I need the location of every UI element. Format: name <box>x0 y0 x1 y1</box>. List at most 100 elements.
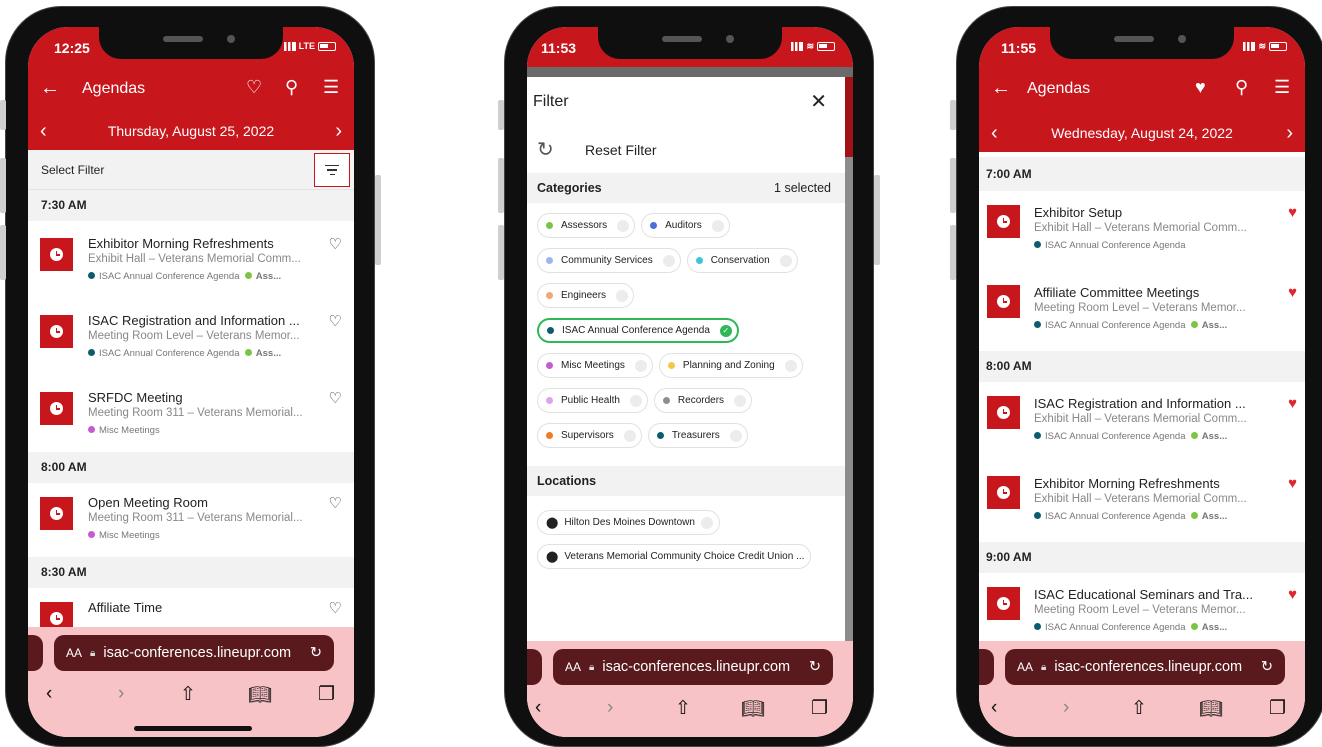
favorite-heart-icon[interactable]: ♡ <box>329 312 342 330</box>
favorite-heart-icon[interactable]: ♡ <box>329 599 342 617</box>
text-size-button[interactable]: AA <box>66 646 82 660</box>
item-title: Affiliate Committee Meetings <box>1034 285 1200 300</box>
item-location: Exhibit Hall – Veterans Memorial Comm... <box>88 253 301 265</box>
search-icon[interactable]: ⚲ <box>285 77 298 98</box>
share-icon[interactable]: ⇧ <box>1131 697 1147 720</box>
heart-outline-icon[interactable]: ♡ <box>246 77 262 98</box>
tabs-icon[interactable]: ❐ <box>318 683 335 706</box>
agenda-item[interactable]: SRFDC Meeting Meeting Room 311 – Veteran… <box>28 378 354 452</box>
reload-icon[interactable]: ↻ <box>1261 659 1273 675</box>
back-chevron-icon[interactable]: ‹ <box>46 683 52 705</box>
phone-screen: 11:55 ≋ ← Agendas ♥ ⚲ ☰ ‹ Wednesday, Aug… <box>979 27 1305 737</box>
locations-header: Locations <box>527 466 845 496</box>
agenda-item[interactable]: Affiliate Committee Meetings Meeting Roo… <box>979 271 1305 351</box>
time-header: 8:30 AM <box>28 557 354 588</box>
clock-icon <box>987 476 1020 509</box>
address-bar[interactable]: AA 🔒︎ isac-conferences.lineupr.com ↻ <box>54 635 334 671</box>
clock-icon <box>40 497 73 530</box>
bookmarks-icon[interactable]: 📖︎ <box>248 683 272 707</box>
notch <box>99 27 283 59</box>
menu-icon[interactable]: ☰ <box>323 77 339 98</box>
agenda-item[interactable]: Exhibitor Morning Refreshments Exhibit H… <box>979 462 1305 542</box>
favorite-heart-icon[interactable]: ♥ <box>1288 284 1297 301</box>
tabs-icon[interactable]: ❐ <box>811 697 828 720</box>
item-location: Meeting Room Level – Veterans Memor... <box>88 330 300 342</box>
location-chip-veterans-memorial[interactable]: ⬤ Veterans Memorial Community Choice Cred… <box>537 544 812 569</box>
item-title: Exhibitor Morning Refreshments <box>88 236 274 251</box>
category-chip-public-health[interactable]: Public Health <box>537 388 648 413</box>
address-bar[interactable]: AA 🔒︎ isac-conferences.lineupr.com ↻ <box>553 649 833 685</box>
categories-header: Categories 1 selected <box>527 173 845 203</box>
reload-icon[interactable]: ↻ <box>809 659 821 675</box>
favorite-heart-icon[interactable]: ♥ <box>1288 204 1297 221</box>
back-arrow-icon[interactable]: ← <box>991 77 1011 100</box>
agenda-item[interactable]: Exhibitor Setup Exhibit Hall – Veterans … <box>979 191 1305 271</box>
favorite-heart-icon[interactable]: ♡ <box>329 389 342 407</box>
clock-icon <box>987 587 1020 620</box>
status-time: 11:55 <box>1001 40 1037 56</box>
category-chip-isac-annual-conference-agenda[interactable]: ISAC Annual Conference Agenda ✓ <box>537 318 739 343</box>
favorite-heart-icon[interactable]: ♥ <box>1288 395 1297 412</box>
reload-icon[interactable]: ↻ <box>310 645 322 661</box>
agenda-item[interactable]: Exhibitor Morning Refreshments Exhibit H… <box>28 221 354 301</box>
category-chip-misc-meetings[interactable]: Misc Meetings <box>537 353 653 378</box>
signal-icon: ≋ <box>1243 41 1287 52</box>
agenda-item[interactable]: Open Meeting Room Meeting Room 311 – Vet… <box>28 483 354 557</box>
forward-chevron-icon[interactable]: › <box>607 697 613 719</box>
prev-day-chevron-icon[interactable]: ‹ <box>40 112 47 150</box>
category-chip-engineers[interactable]: Engineers <box>537 283 635 308</box>
prev-day-chevron-icon[interactable]: ‹ <box>991 114 998 152</box>
text-size-button[interactable]: AA <box>1017 660 1033 674</box>
reset-filter-button[interactable]: ↻ Reset Filter <box>527 127 845 173</box>
next-day-chevron-icon[interactable]: › <box>1286 114 1293 152</box>
reset-filter-label: Reset Filter <box>585 142 657 158</box>
location-chips: ⬤ Hilton Des Moines Downtown ⬤ Veterans Me… <box>527 496 845 578</box>
category-chip-auditors[interactable]: Auditors <box>641 213 730 238</box>
category-chip-conservation[interactable]: Conservation <box>686 248 798 273</box>
location-chip-hilton[interactable]: ⬤ Hilton Des Moines Downtown <box>537 510 720 535</box>
clock-icon <box>987 396 1020 429</box>
browser-toolbar: AA 🔒︎ isac-conferences.lineupr.com ↻ ‹ ›… <box>979 641 1305 737</box>
heart-filled-icon[interactable]: ♥ <box>1195 77 1206 98</box>
text-size-button[interactable]: AA <box>565 660 581 674</box>
item-location: Meeting Room 311 – Veterans Memorial... <box>88 512 303 524</box>
forward-chevron-icon[interactable]: › <box>1063 697 1069 719</box>
favorite-heart-icon[interactable]: ♡ <box>329 494 342 512</box>
category-chip-recorders[interactable]: Recorders <box>653 388 753 413</box>
category-chip-community-services[interactable]: Community Services <box>537 248 681 273</box>
check-icon: ✓ <box>719 324 732 337</box>
category-chip-supervisors[interactable]: Supervisors <box>537 423 642 448</box>
agenda-item[interactable]: ISAC Registration and Information ... Me… <box>28 301 354 378</box>
share-icon[interactable]: ⇧ <box>180 683 196 706</box>
filter-bar[interactable]: Select Filter <box>28 150 354 190</box>
category-chip-planning-and-zoning[interactable]: Planning and Zoning <box>658 353 803 378</box>
share-icon[interactable]: ⇧ <box>675 697 691 720</box>
back-chevron-icon[interactable]: ‹ <box>535 697 541 719</box>
agenda-list: 7:00 AM Exhibitor Setup Exhibit Hall – V… <box>979 157 1305 653</box>
search-icon[interactable]: ⚲ <box>1235 77 1248 98</box>
category-chip-treasurers[interactable]: Treasurers <box>647 423 748 448</box>
address-bar[interactable]: AA 🔒︎ isac-conferences.lineupr.com ↻ <box>1005 649 1285 685</box>
item-tags: ISAC Annual Conference Agenda Ass... <box>1034 511 1260 522</box>
item-tags: ISAC Annual Conference Agenda Ass... <box>88 348 314 359</box>
item-title: ISAC Registration and Information ... <box>88 313 300 328</box>
favorite-heart-icon[interactable]: ♡ <box>329 235 342 253</box>
favorite-heart-icon[interactable]: ♥ <box>1288 586 1297 603</box>
agenda-item[interactable]: ISAC Registration and Information ... Ex… <box>979 382 1305 462</box>
back-chevron-icon[interactable]: ‹ <box>991 697 997 719</box>
location-pin-icon: ⬤ <box>546 517 559 529</box>
favorite-heart-icon[interactable]: ♥ <box>1288 475 1297 492</box>
next-day-chevron-icon[interactable]: › <box>335 112 342 150</box>
notch <box>1050 27 1234 59</box>
bookmarks-icon[interactable]: 📖︎ <box>1199 697 1223 721</box>
forward-chevron-icon[interactable]: › <box>118 683 124 705</box>
back-arrow-icon[interactable]: ← <box>40 77 60 100</box>
bookmarks-icon[interactable]: 📖︎ <box>741 697 765 721</box>
close-icon[interactable]: ✕ <box>810 77 827 127</box>
phone-frame: 11:55 ≋ ← Agendas ♥ ⚲ ☰ ‹ Wednesday, Aug… <box>956 6 1322 747</box>
category-chip-assessors[interactable]: Assessors <box>537 213 636 238</box>
filter-button[interactable] <box>314 153 350 187</box>
item-tags: ISAC Annual Conference Agenda Ass... <box>1034 431 1260 442</box>
menu-icon[interactable]: ☰ <box>1274 77 1290 98</box>
tabs-icon[interactable]: ❐ <box>1269 697 1286 720</box>
